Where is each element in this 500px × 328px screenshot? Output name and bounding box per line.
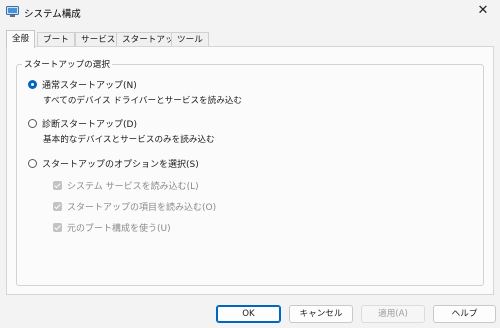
tab-tools[interactable]: ツール: [171, 32, 209, 47]
tab-general[interactable]: 全般: [6, 30, 36, 48]
use-original-boot-config-label: 元のブート構成を使う(U): [67, 224, 171, 234]
window-title: システム構成: [24, 9, 81, 20]
load-startup-items-label: スタートアップの項目を読み込む(O): [67, 203, 217, 213]
checkmark-icon: [53, 223, 62, 232]
apply-button[interactable]: 適用(A): [361, 305, 425, 323]
normal-startup-description: すべてのデバイス ドライバーとサービスを読み込む: [43, 96, 243, 106]
tab-boot[interactable]: ブート: [37, 32, 75, 47]
normal-startup-radio[interactable]: 通常スタートアップ(N): [28, 78, 137, 91]
diagnostic-startup-radio[interactable]: 診断スタートアップ(D): [28, 117, 137, 130]
close-button[interactable]: ✕: [466, 0, 500, 22]
normal-startup-label: 通常スタートアップ(N): [42, 81, 137, 91]
msconfig-icon: [6, 6, 19, 17]
use-original-boot-config-checkbox[interactable]: 元のブート構成を使う(U): [53, 221, 171, 234]
radio-indicator: [28, 159, 37, 168]
selective-startup-label: スタートアップのオプションを選択(S): [42, 160, 199, 170]
system-configuration-window: システム構成 ✕ 全般 ブート サービス スタートアップ ツール スタートアップ…: [0, 0, 500, 328]
startup-selection-legend: スタートアップの選択: [22, 58, 112, 70]
diagnostic-startup-label: 診断スタートアップ(D): [42, 120, 137, 130]
checkmark-icon: [53, 202, 62, 211]
radio-indicator: [28, 119, 37, 128]
load-system-services-label: システム サービスを読み込む(L): [67, 182, 199, 192]
close-icon: ✕: [477, 3, 489, 18]
selective-startup-radio[interactable]: スタートアップのオプションを選択(S): [28, 157, 199, 170]
load-startup-items-checkbox[interactable]: スタートアップの項目を読み込む(O): [53, 200, 216, 213]
ok-button[interactable]: OK: [216, 305, 281, 323]
diagnostic-startup-description: 基本的なデバイスとサービスのみを読み込む: [43, 135, 215, 145]
load-system-services-checkbox[interactable]: システム サービスを読み込む(L): [53, 179, 199, 192]
radio-indicator: [28, 80, 37, 89]
cancel-button[interactable]: キャンセル: [289, 305, 353, 323]
help-button[interactable]: ヘルプ: [433, 305, 496, 323]
tab-services[interactable]: サービス: [75, 32, 122, 47]
checkmark-icon: [53, 181, 62, 190]
title-bar: システム構成 ✕: [0, 0, 500, 24]
